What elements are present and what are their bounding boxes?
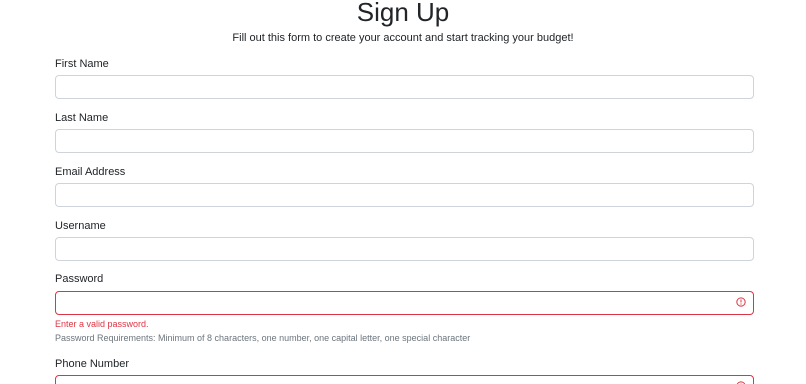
page-subtitle: Fill out this form to create your accoun… [232,32,574,44]
username-input[interactable] [55,237,754,261]
password-input[interactable] [55,291,754,315]
first-name-input[interactable] [55,75,754,99]
phone-input[interactable] [55,375,754,384]
signup-page: Sign Up Fill out this form to create you… [0,0,806,384]
password-error: Enter a valid password. [55,319,149,329]
last-name-input[interactable] [55,129,754,153]
page-title: Sign Up [356,0,450,27]
username-label: Username [55,220,106,232]
phone-label: Phone Number [55,358,129,370]
first-name-label: First Name [55,58,109,70]
last-name-label: Last Name [55,112,109,124]
exclamation-circle-icon [736,297,746,307]
password-help: Password Requirements: Minimum of 8 char… [55,333,471,343]
password-label: Password [55,273,104,285]
email-input[interactable] [55,183,754,207]
email-label: Email Address [55,166,126,178]
